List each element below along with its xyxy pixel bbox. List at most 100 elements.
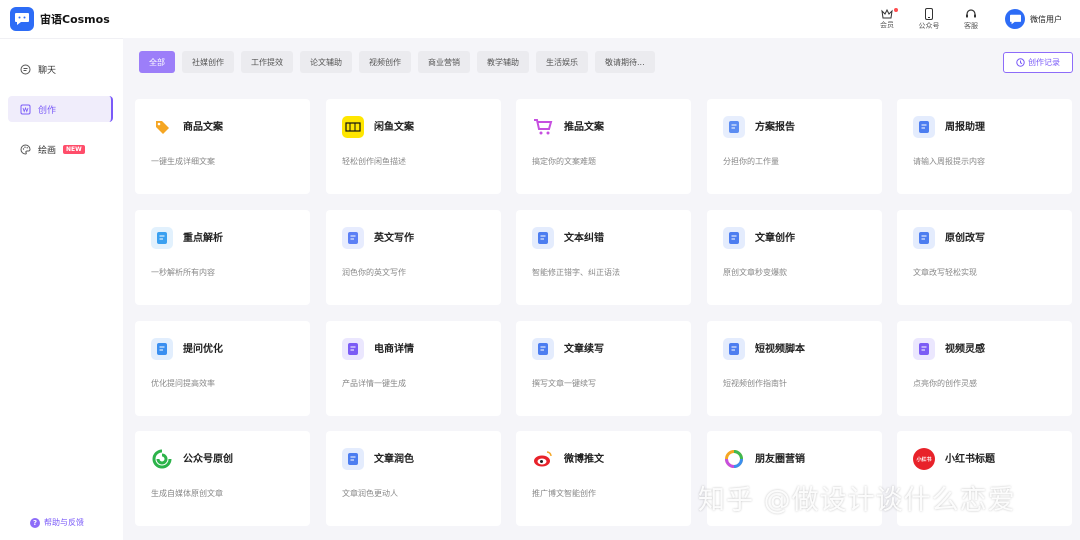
creation-history-button[interactable]: 创作记录 xyxy=(1003,52,1073,73)
script-icon xyxy=(723,338,745,360)
category-tabs: 全部 社媒创作 工作提效 论文辅助 视频创作 商业营销 教学辅助 生活娱乐 敬请… xyxy=(139,51,655,73)
clock-icon xyxy=(1016,58,1025,67)
english-pen-icon xyxy=(342,227,364,249)
tool-card-description: 推广博文智能创作 xyxy=(532,489,596,498)
xiaohongshu-icon: 小红书 xyxy=(913,448,935,470)
video-icon xyxy=(913,338,935,360)
tool-card[interactable]: 短视频脚本 短视频创作指南针 xyxy=(707,321,882,416)
tool-card-description: 原创文章秒变爆款 xyxy=(723,268,787,277)
tool-card-title: 方案报告 xyxy=(755,122,795,133)
tool-card[interactable]: 商品文案一键生成详细文案 xyxy=(135,99,310,194)
question-icon xyxy=(151,338,173,360)
sidebar-item-label: 绘画 xyxy=(38,145,57,156)
tool-card[interactable]: 推品文案 搞定你的文案难题 xyxy=(516,99,691,194)
tool-card-title: 文本纠错 xyxy=(564,233,604,244)
sidebar: 聊天 创作 绘画 NEW ? 帮助与反馈 xyxy=(0,38,123,540)
logo-icon xyxy=(10,7,34,31)
tool-card[interactable]: 小红书 小红书标题 xyxy=(897,431,1072,526)
tool-card-title: 文章润色 xyxy=(374,454,414,465)
analysis-icon xyxy=(151,227,173,249)
tool-card[interactable]: 方案报告 分担你的工作量 xyxy=(707,99,882,194)
tab-all[interactable]: 全部 xyxy=(139,51,175,73)
article-icon xyxy=(723,227,745,249)
tab-coming-soon[interactable]: 敬请期待... xyxy=(595,51,655,73)
vip-label: 会员 xyxy=(880,21,894,29)
tool-card[interactable]: 原创改写 文章改写轻松实现 xyxy=(897,210,1072,305)
correct-doc-icon xyxy=(532,227,554,249)
polish-icon xyxy=(342,448,364,470)
tool-card-title: 闲鱼文案 xyxy=(374,122,414,133)
customer-service-label: 客服 xyxy=(964,21,978,30)
user-menu[interactable]: 微信用户 xyxy=(1005,9,1062,29)
tool-card[interactable]: 微博推文推广博文智能创作 xyxy=(516,431,691,526)
tool-card-title: 文章创作 xyxy=(755,233,795,244)
customer-service-button[interactable]: 客服 xyxy=(957,8,985,31)
report-icon xyxy=(723,116,745,138)
tool-card-description: 一键生成详细文案 xyxy=(151,157,215,166)
tool-card-title: 商品文案 xyxy=(183,122,223,133)
tool-card-description: 一秒解析所有内容 xyxy=(151,268,215,277)
help-label: 帮助与反馈 xyxy=(44,518,84,527)
weekly-report-icon xyxy=(913,116,935,138)
continue-doc-icon xyxy=(532,338,554,360)
tool-card[interactable]: 朋友圈营销 xyxy=(707,431,882,526)
top-header: 宙语Cosmos 会员 公众号 客服 微信用户 xyxy=(0,0,1080,38)
app-logo[interactable]: 宙语Cosmos xyxy=(10,7,110,31)
tool-card-description: 撰写文章一键续写 xyxy=(532,379,596,388)
sidebar-item-create[interactable]: 创作 xyxy=(8,96,113,122)
official-account-button[interactable]: 公众号 xyxy=(915,7,943,31)
tool-card[interactable]: 文章润色 文章润色更动人 xyxy=(326,431,501,526)
avatar xyxy=(1005,9,1025,29)
tool-card[interactable]: 重点解析一秒解析所有内容 xyxy=(135,210,310,305)
help-feedback-link[interactable]: ? 帮助与反馈 xyxy=(30,517,84,528)
tool-card-description: 轻松创作闲鱼描述 xyxy=(342,157,406,166)
help-icon: ? xyxy=(30,517,40,528)
tool-card[interactable]: 文章续写撰写文章一键续写 xyxy=(516,321,691,416)
tool-card[interactable]: 视频灵感点亮你的创作灵感 xyxy=(897,321,1072,416)
tool-card[interactable]: 公众号原创生成自媒体原创文章 xyxy=(135,431,310,526)
tool-card[interactable]: 提问优化优化提问提高效率 xyxy=(135,321,310,416)
tool-card-title: 朋友圈营销 xyxy=(755,454,805,465)
tool-card-description: 优化提问提高效率 xyxy=(151,379,215,388)
cart-icon xyxy=(532,116,554,138)
tool-card[interactable]: 闲鱼文案轻松创作闲鱼描述 xyxy=(326,99,501,194)
tab-business-marketing[interactable]: 商业营销 xyxy=(418,51,470,73)
tool-card-title: 视频灵感 xyxy=(945,344,985,355)
tool-card[interactable]: 文章创作原创文章秒变爆款 xyxy=(707,210,882,305)
tool-card-description: 请输入周报提示内容 xyxy=(913,157,985,166)
crown-icon xyxy=(881,8,893,19)
tool-card-description: 点亮你的创作灵感 xyxy=(913,379,977,388)
tool-card-title: 电商详情 xyxy=(374,344,414,355)
tool-card-title: 重点解析 xyxy=(183,233,223,244)
tab-life-entertainment[interactable]: 生活娱乐 xyxy=(536,51,588,73)
vip-button[interactable]: 会员 xyxy=(873,8,901,30)
write-icon xyxy=(20,104,31,114)
tool-card-title: 公众号原创 xyxy=(183,454,233,465)
sidebar-item-label: 创作 xyxy=(38,105,57,116)
tool-card[interactable]: 文本纠错 智能修正错字、纠正语法 xyxy=(516,210,691,305)
official-account-icon xyxy=(151,448,173,470)
tool-card-title: 推品文案 xyxy=(564,122,604,133)
phone-icon xyxy=(925,7,933,20)
tab-video-creation[interactable]: 视频创作 xyxy=(359,51,411,73)
sidebar-item-draw[interactable]: 绘画 NEW xyxy=(8,136,113,162)
tool-card[interactable]: 周报助理请输入周报提示内容 xyxy=(897,99,1072,194)
sidebar-item-chat[interactable]: 聊天 xyxy=(8,56,113,82)
tool-card[interactable]: 英文写作 润色你的英文写作 xyxy=(326,210,501,305)
tool-card[interactable]: 电商详情 产品详情一键生成 xyxy=(326,321,501,416)
tab-paper-assist[interactable]: 论文辅助 xyxy=(300,51,352,73)
tool-card-title: 原创改写 xyxy=(945,233,985,244)
tool-card-title: 微博推文 xyxy=(564,454,604,465)
tool-card-description: 生成自媒体原创文章 xyxy=(151,489,223,498)
tab-teaching-assist[interactable]: 教学辅助 xyxy=(477,51,529,73)
tool-card-title: 文章续写 xyxy=(564,344,604,355)
new-badge: NEW xyxy=(63,144,85,154)
tool-card-title: 短视频脚本 xyxy=(755,344,805,355)
shop-bag-icon xyxy=(342,338,364,360)
tool-card-title: 提问优化 xyxy=(183,344,223,355)
tab-social-media[interactable]: 社媒创作 xyxy=(182,51,234,73)
tab-work-efficiency[interactable]: 工作提效 xyxy=(241,51,293,73)
rewrite-icon xyxy=(913,227,935,249)
tool-card-title: 周报助理 xyxy=(945,122,985,133)
xianyu-icon xyxy=(342,116,364,138)
